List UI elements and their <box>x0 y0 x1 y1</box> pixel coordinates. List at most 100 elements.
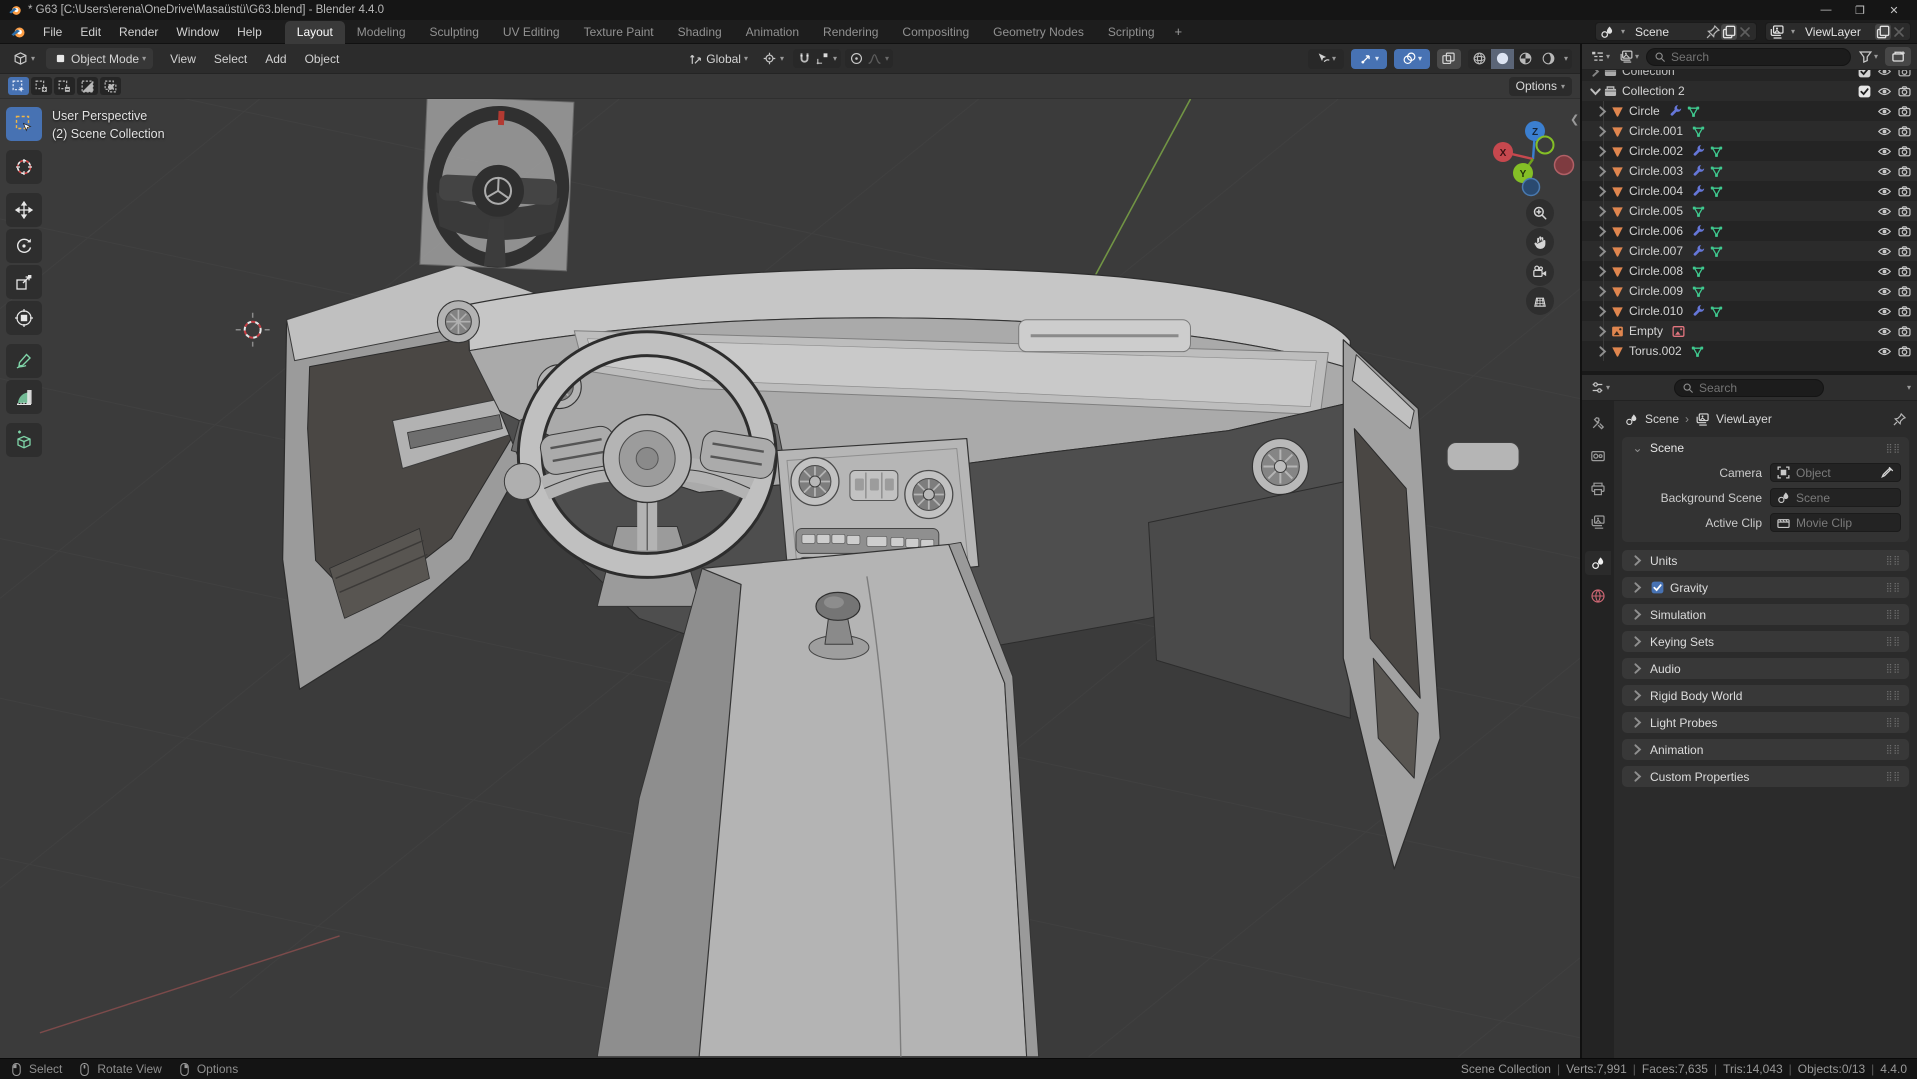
show-overlays-toggle[interactable]: ▾ <box>1393 48 1430 69</box>
outliner-search-input[interactable]: Search <box>1646 47 1851 66</box>
proportional-edit-icon[interactable] <box>849 51 864 66</box>
section-simulation[interactable]: Simulation ⣿⣿ <box>1622 604 1909 625</box>
object-name[interactable]: Circle.005 <box>1629 204 1683 218</box>
chevron-right-icon[interactable] <box>1595 164 1610 179</box>
options-button[interactable]: Options ▾ <box>1508 76 1572 96</box>
mesh-data-icon[interactable] <box>1709 224 1724 239</box>
zoom-button[interactable] <box>1526 199 1554 227</box>
chevron-right-icon[interactable] <box>1595 344 1610 359</box>
modifier-wrench-icon[interactable] <box>1691 224 1706 239</box>
eyedropper-icon[interactable] <box>1880 465 1895 480</box>
object-name[interactable]: Circle.010 <box>1629 304 1683 318</box>
chevron-right-icon[interactable] <box>1595 284 1610 299</box>
pin-icon[interactable] <box>1892 412 1907 427</box>
menu-file[interactable]: File <box>34 22 71 42</box>
outliner-filter-display[interactable]: ▾ <box>1617 47 1641 66</box>
camera-icon[interactable] <box>1897 244 1912 259</box>
camera-icon[interactable] <box>1897 324 1912 339</box>
section-rigid-body-world[interactable]: Rigid Body World ⣿⣿ <box>1622 685 1909 706</box>
viewport-menu-view[interactable]: View <box>161 49 205 69</box>
properties-tab-output[interactable] <box>1585 477 1611 501</box>
eye-icon[interactable] <box>1877 70 1892 79</box>
mesh-data-icon[interactable] <box>1709 184 1724 199</box>
modifier-wrench-icon[interactable] <box>1691 164 1706 179</box>
camera-icon[interactable] <box>1897 84 1912 99</box>
camera-icon[interactable] <box>1897 224 1912 239</box>
chevron-right-icon[interactable] <box>1595 124 1610 139</box>
checkbox-white-icon[interactable] <box>1857 84 1872 99</box>
section-custom-properties[interactable]: Custom Properties ⣿⣿ <box>1622 766 1909 787</box>
properties-tab-tool[interactable] <box>1585 411 1611 435</box>
camera-icon[interactable] <box>1897 124 1912 139</box>
chevron-down-icon[interactable]: ▾ <box>1615 24 1631 40</box>
camera-icon[interactable] <box>1897 204 1912 219</box>
camera-view-button[interactable] <box>1526 258 1554 286</box>
mesh-data-icon[interactable] <box>1691 264 1706 279</box>
eye-icon[interactable] <box>1877 144 1892 159</box>
eye-icon[interactable] <box>1877 104 1892 119</box>
select-intersect-button[interactable] <box>100 77 121 95</box>
camera-icon[interactable] <box>1897 344 1912 359</box>
close-icon[interactable]: ✕ <box>1877 0 1911 20</box>
axis-neg-x-handle[interactable] <box>1553 154 1575 176</box>
right-grab-handle[interactable] <box>1446 442 1520 472</box>
workspace-tab-layout[interactable]: Layout <box>284 20 345 44</box>
outliner-row-circle[interactable]: Circle <box>1582 101 1917 121</box>
eye-icon[interactable] <box>1877 324 1892 339</box>
outliner-display-mode[interactable]: ▾ <box>1588 47 1612 66</box>
shade-solid-button[interactable] <box>1490 48 1514 69</box>
camera-field[interactable]: Object <box>1770 463 1901 482</box>
eye-icon[interactable] <box>1877 304 1892 319</box>
outliner-row-circle-010[interactable]: Circle.010 <box>1582 301 1917 321</box>
object-name[interactable]: Circle.008 <box>1629 264 1683 278</box>
object-name[interactable]: Torus.002 <box>1629 344 1682 358</box>
workspace-tab-texture-paint[interactable]: Texture Paint <box>572 21 666 44</box>
mode-dropdown[interactable]: Object Mode ▾ <box>46 48 154 69</box>
outliner-row-collection[interactable]: Collection <box>1582 70 1917 81</box>
properties-tab-world[interactable] <box>1585 584 1611 608</box>
hazard-switch-panel[interactable] <box>849 470 899 501</box>
mesh-data-icon[interactable] <box>1690 344 1705 359</box>
tool-select-box-button[interactable] <box>6 107 42 141</box>
properties-tab-scene[interactable] <box>1585 551 1611 575</box>
eye-icon[interactable] <box>1877 164 1892 179</box>
menu-help[interactable]: Help <box>228 22 271 42</box>
object-name[interactable]: Circle.007 <box>1629 244 1683 258</box>
properties-tab-viewlayer[interactable] <box>1585 510 1611 534</box>
viewport-menu-add[interactable]: Add <box>256 49 295 69</box>
select-subtract-button[interactable] <box>54 77 75 95</box>
center-vent-right[interactable] <box>904 469 954 520</box>
section-units[interactable]: Units ⣿⣿ <box>1622 550 1909 571</box>
object-name[interactable]: Empty <box>1629 324 1663 338</box>
tool-move-button[interactable] <box>6 193 42 227</box>
chevron-down-icon[interactable] <box>1588 84 1603 99</box>
minimize-icon[interactable]: — <box>1809 0 1843 20</box>
drag-handle-icon[interactable]: ⣿⣿ <box>1886 443 1901 454</box>
remove-viewlayer-icon[interactable] <box>1891 24 1907 40</box>
object-name[interactable]: Circle.003 <box>1629 164 1683 178</box>
workspace-tab-modeling[interactable]: Modeling <box>345 21 418 44</box>
drag-handle-icon[interactable]: ⣿⣿ <box>1886 663 1901 674</box>
eye-icon[interactable] <box>1877 204 1892 219</box>
sidebar-toggle-icon[interactable]: ❮ <box>1570 113 1579 126</box>
outliner-row-circle-002[interactable]: Circle.002 <box>1582 141 1917 161</box>
camera-icon[interactable] <box>1897 184 1912 199</box>
section-keying-sets[interactable]: Keying Sets ⣿⣿ <box>1622 631 1909 652</box>
outliner-row-circle-009[interactable]: Circle.009 <box>1582 281 1917 301</box>
outliner-row-circle-006[interactable]: Circle.006 <box>1582 221 1917 241</box>
orientation-dropdown[interactable]: Global ▾ <box>683 48 753 69</box>
shade-wireframe-button[interactable] <box>1468 49 1491 69</box>
eye-icon[interactable] <box>1877 264 1892 279</box>
axis-neg-z-handle[interactable] <box>1521 177 1541 197</box>
drag-handle-icon[interactable]: ⣿⣿ <box>1886 744 1901 755</box>
left-air-vent[interactable] <box>436 300 480 344</box>
properties-tab-render[interactable] <box>1585 444 1611 468</box>
show-gizmo-toggle[interactable]: ▾ <box>1350 48 1387 69</box>
g63-interior-model[interactable] <box>282 264 1520 1057</box>
menu-render[interactable]: Render <box>110 22 167 42</box>
camera-icon[interactable] <box>1897 164 1912 179</box>
workspace-tab-uv-editing[interactable]: UV Editing <box>491 21 572 44</box>
object-name[interactable]: Circle.001 <box>1629 124 1683 138</box>
chevron-right-icon[interactable] <box>1588 70 1603 79</box>
workspace-tab-compositing[interactable]: Compositing <box>890 21 981 44</box>
